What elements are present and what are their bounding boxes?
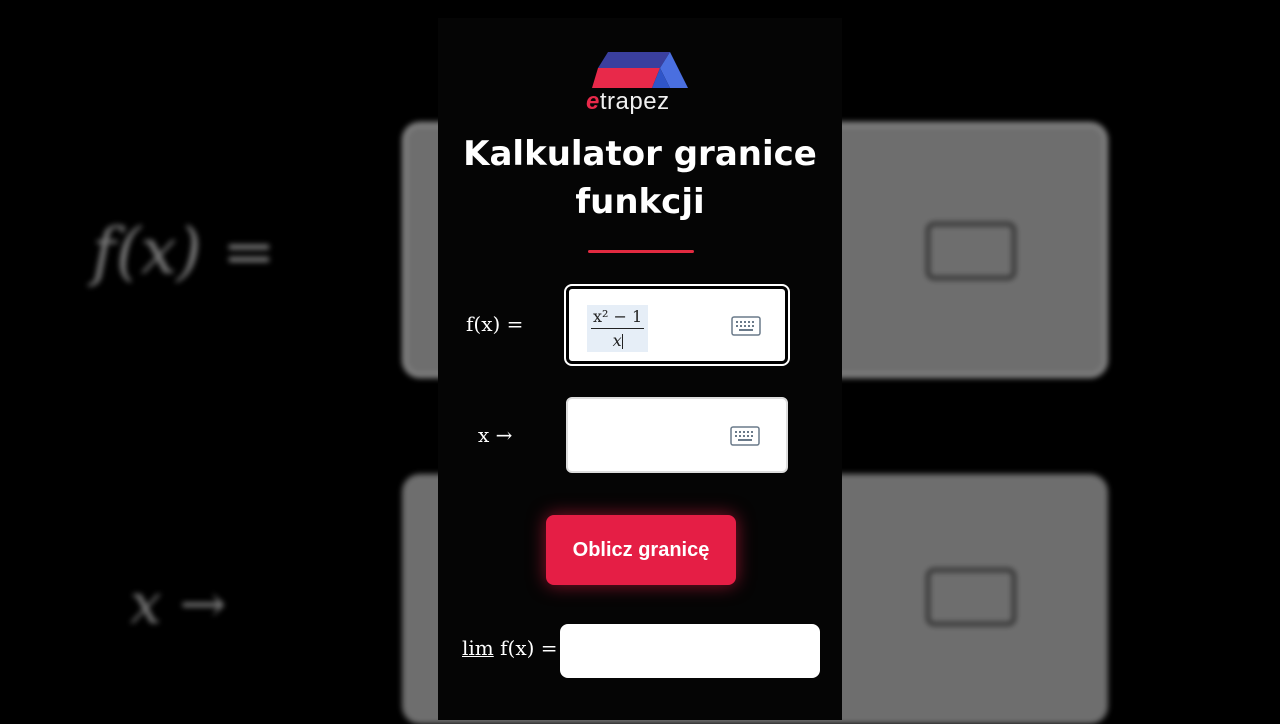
keyboard-icon[interactable] — [731, 316, 761, 336]
background-keyboard-icon — [926, 568, 1016, 626]
page-title: Kalkulator granice funkcji — [463, 134, 817, 222]
brand-logo-text: etrapez — [586, 88, 670, 115]
function-label: f(x) = — [466, 312, 524, 336]
keyboard-icon[interactable] — [730, 426, 760, 446]
approach-input[interactable] — [566, 397, 788, 473]
function-input[interactable]: x² − 1 x — [564, 284, 790, 366]
background-x-label: x → — [130, 572, 227, 637]
background-keyboard-icon — [926, 222, 1016, 280]
background-fx-label: f(x) = — [92, 215, 276, 289]
result-output — [560, 624, 820, 678]
fraction-numerator: x² − 1 — [591, 307, 645, 329]
calculator-panel: etrapez Kalkulator granice funkcji f(x) … — [438, 18, 842, 720]
calculate-limit-button[interactable]: Oblicz granicę — [546, 515, 736, 585]
fraction-denominator: x — [612, 331, 623, 350]
text-caret — [621, 334, 623, 349]
function-fraction: x² − 1 x — [587, 305, 649, 352]
result-label: lim f(x) = — [462, 636, 558, 660]
approach-label: x → — [478, 423, 513, 447]
title-underline — [588, 250, 694, 253]
lim-symbol: lim — [462, 636, 494, 660]
